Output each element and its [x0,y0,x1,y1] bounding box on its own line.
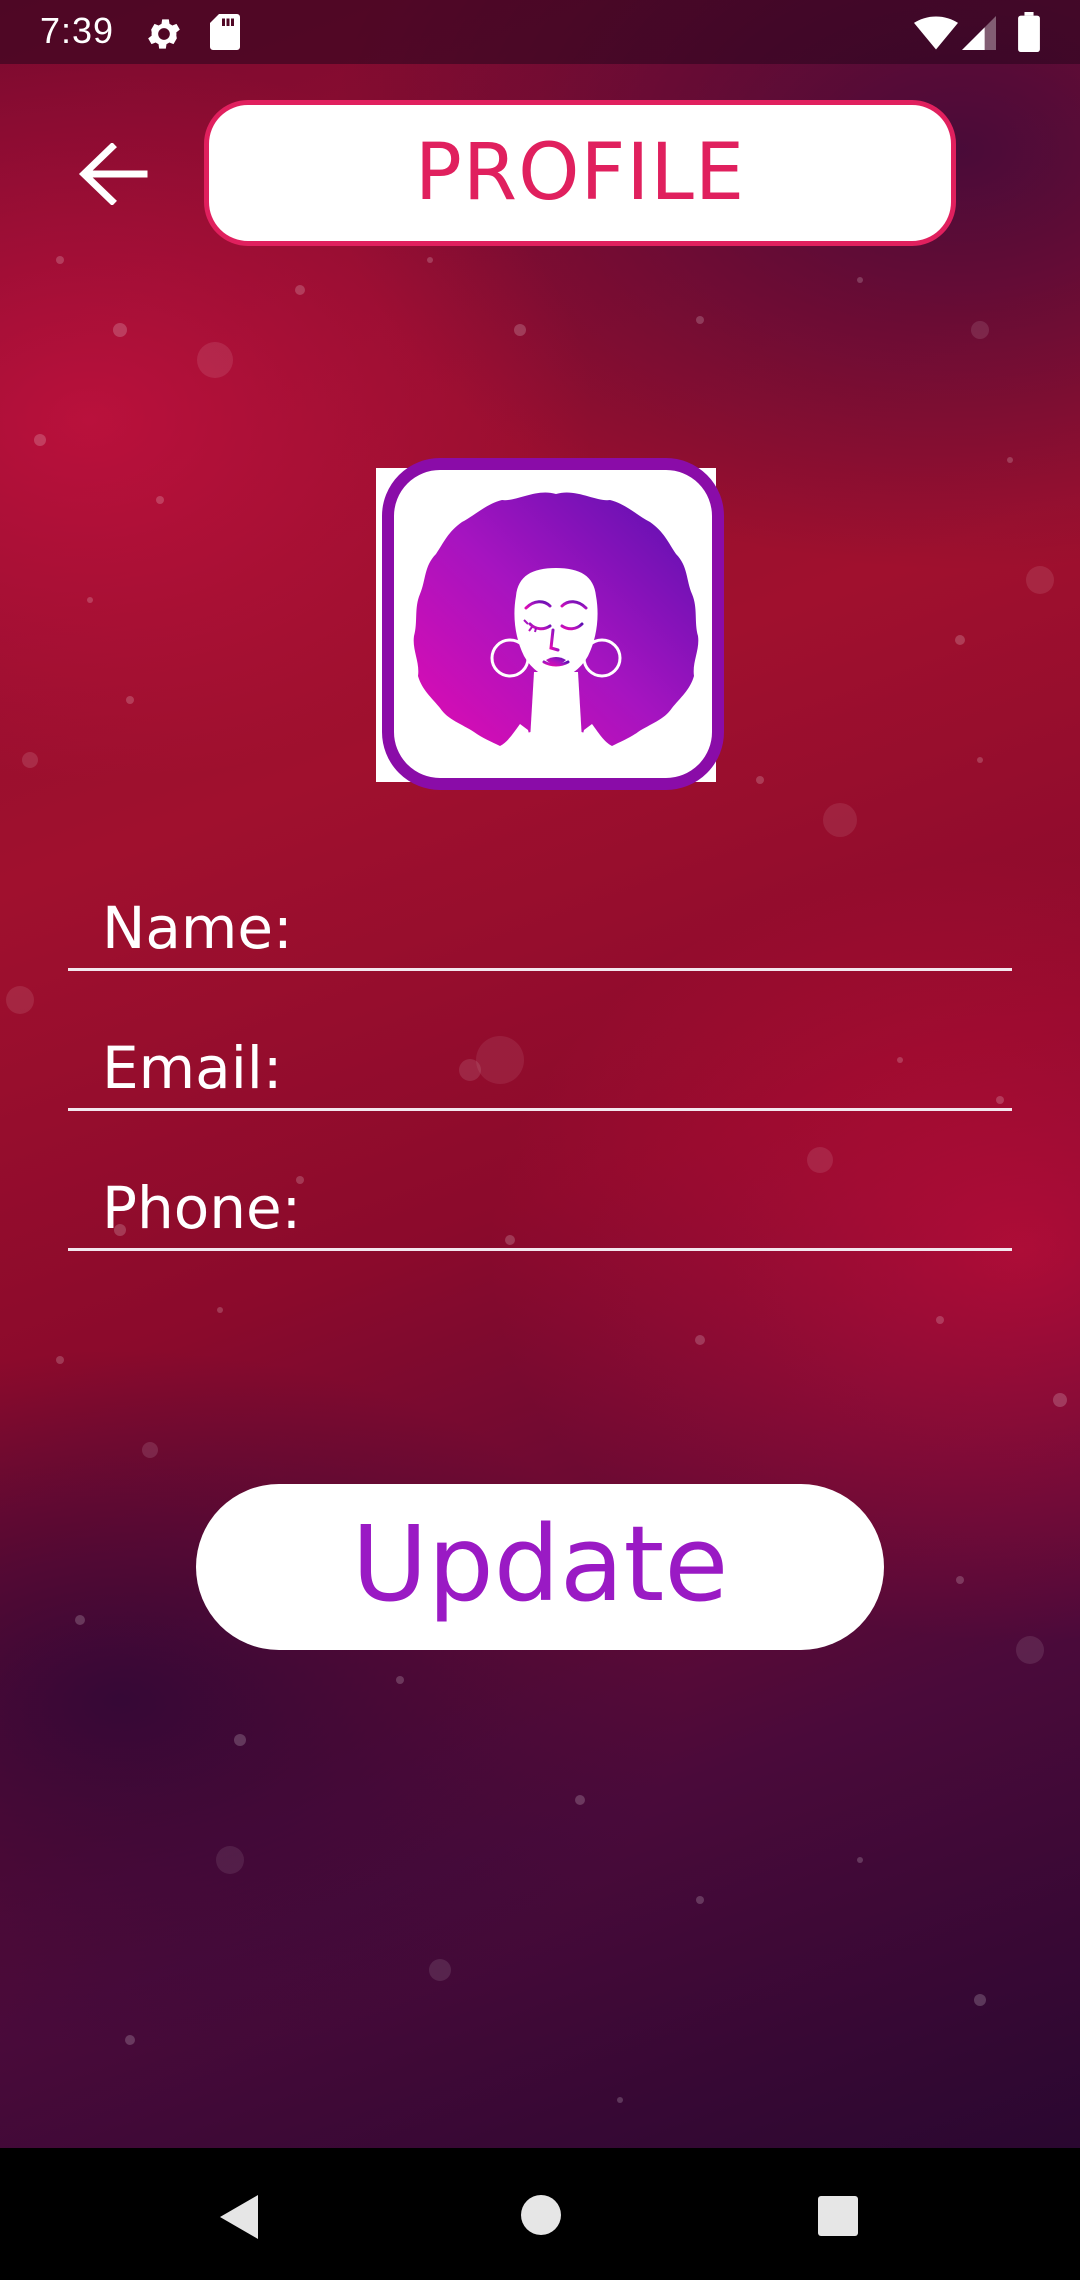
name-label: Name: [102,894,293,962]
phone-input[interactable] [368,1168,992,1242]
sd-card-icon [210,14,240,50]
avatar[interactable] [376,458,724,790]
afro-woman-avatar-icon [413,492,699,770]
wifi-icon [914,16,958,50]
email-input[interactable] [368,1028,992,1102]
nav-home-icon[interactable] [520,2194,562,2236]
status-time: 7:39 [40,10,115,51]
page-title: PROFILE [414,128,746,218]
gear-icon [148,19,180,49]
update-button[interactable]: Update [196,1484,884,1650]
avatar-border [382,458,724,790]
email-field[interactable]: Email: [68,998,1012,1111]
arrow-left-icon [78,143,148,205]
phone-field[interactable]: Phone: [68,1138,1012,1251]
email-label: Email: [102,1034,283,1102]
update-label: Update [351,1503,729,1625]
back-button[interactable] [70,136,156,212]
phone-label: Phone: [102,1174,302,1242]
nav-recents-icon[interactable] [818,2196,858,2236]
battery-icon [1018,12,1040,52]
cell-signal-icon [962,16,996,50]
status-bar: 7:39 [0,0,1080,64]
name-field[interactable]: Name: [68,858,1012,971]
name-input[interactable] [368,888,992,962]
nav-back-icon[interactable] [216,2192,262,2242]
page-title-banner: PROFILE [204,100,956,246]
